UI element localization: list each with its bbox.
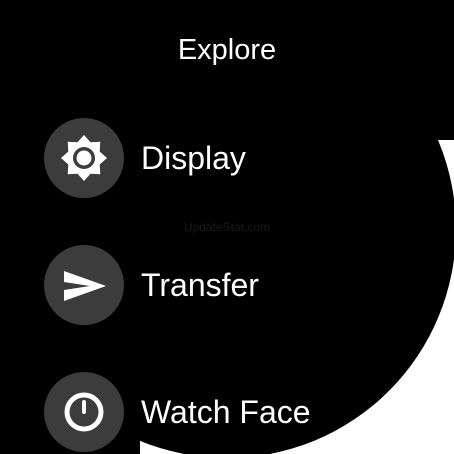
watermark: UpdateStar.com (183, 220, 271, 234)
brightness-icon (61, 135, 107, 181)
transfer-icon-circle (44, 245, 124, 325)
watch-face-icon-circle (44, 372, 124, 452)
display-icon-circle (44, 118, 124, 198)
menu-item-label: Watch Face (141, 394, 311, 430)
menu-item-display[interactable]: Display (44, 118, 424, 198)
menu-item-label: Transfer (141, 267, 259, 303)
send-icon (64, 271, 106, 301)
menu-item-transfer[interactable]: Transfer (44, 245, 424, 325)
page-title: Explore (177, 34, 277, 66)
menu-item-label: Display (141, 140, 246, 176)
menu-item-watch-face[interactable]: Watch Face (44, 372, 424, 452)
watch-face-icon (64, 392, 104, 432)
watch-screen: Explore UpdateStar.com Display Transfer (0, 0, 454, 454)
